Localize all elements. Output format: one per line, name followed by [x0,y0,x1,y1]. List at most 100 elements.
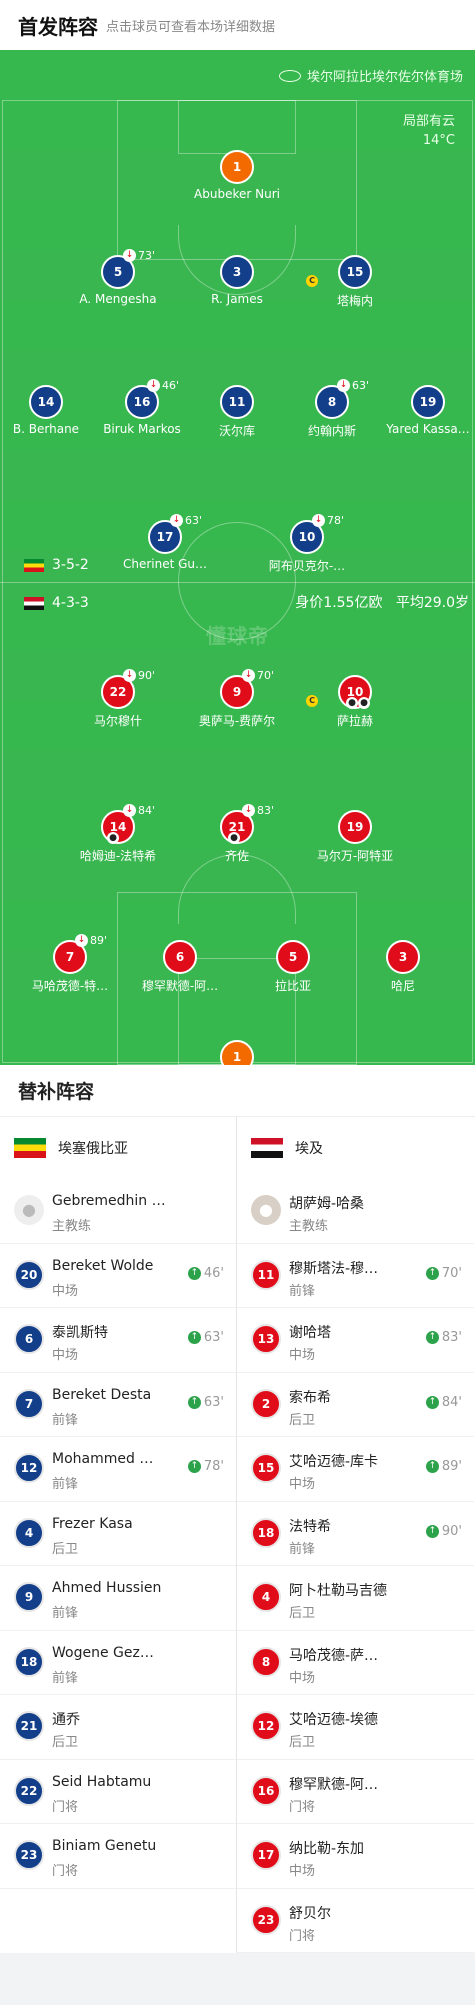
sub-on-icon: ↑ [187,1266,201,1280]
sub-player-row[interactable]: 2 索布希 后卫 ↑ 84' [237,1373,474,1437]
player-marker[interactable]: 10 萨拉赫 C ● ● [300,675,410,729]
goal-ball-icon: ● [228,832,240,844]
player-marker[interactable]: 14 哈姆迪-法特希 ↓ 84' ● [63,804,173,864]
sub-minute: 46' [162,379,180,392]
sub-player-row[interactable]: 12 Mohammed … 前锋 ↑ 78' [0,1437,236,1502]
sub-on-icon: ↑ [187,1395,201,1409]
player-marker[interactable]: 19 马尔万-阿特亚 [300,810,410,864]
sub-player-row[interactable]: 22 Seid Habtamu 门将 [0,1760,236,1824]
player-name: 约翰内斯 [307,424,356,438]
player-marker[interactable]: 9 奥萨马-费萨尔 ↓ 70' [182,669,292,729]
sub-player-row[interactable]: 23 舒贝尔 门将 [237,1889,474,1953]
sub-player-row[interactable]: 4 Frezer Kasa 后卫 [0,1502,236,1566]
sub-player-row[interactable]: 16 穆罕默德-阿… 门将 [237,1760,474,1824]
player-marker[interactable]: 17 Cherinet Gu… ↓ 63' [110,514,220,571]
player-number: 16 [251,1775,281,1806]
sub-off-icon: ↓ [170,514,183,527]
sub-on-time: ↑ 89' [425,1459,462,1474]
away-team-head: 埃及 [237,1117,474,1179]
player-marker[interactable]: 5 拉比亚 [238,940,348,994]
sub-on-minute: 70' [441,1265,462,1281]
player-marker[interactable]: 21 齐佐 ↓ 83' ● [182,804,292,864]
player-marker[interactable]: 1穆罕默德-希… [182,1040,292,1065]
sub-off-icon: ↓ [242,669,255,682]
captain-icon: C [306,275,318,287]
away-coach[interactable]: ● 胡萨姆-哈桑 主教练 [237,1179,474,1244]
sub-on-icon: ↑ [187,1460,201,1473]
player-position: 中场 [289,1477,316,1492]
player-name: 拉比亚 [274,979,311,993]
sub-player-row[interactable]: 15 艾哈迈德-库卡 中场 ↑ 89' [237,1437,474,1502]
sub-player-row[interactable]: 18 Wogene Gez… 前锋 [0,1631,236,1695]
player-name: 穆罕默德-阿… [289,1776,379,1793]
player-position: 中场 [289,1670,316,1686]
sub-player-row[interactable]: 21 通乔 后卫 [0,1695,236,1760]
sub-player-row[interactable]: 18 法特希 前锋 ↑ 90' [237,1502,474,1566]
weather-condition: 局部有云 [402,114,455,129]
sub-on-time: ↑ 70' [425,1265,462,1281]
sub-minute: 89' [90,934,108,947]
player-name: 阿卜杜勒马吉德 [289,1583,387,1599]
player-number: 15 [251,1453,281,1483]
player-position: 中场 [52,1348,79,1363]
sub-off-badge: ↓ 83' [242,804,274,817]
away-value: 身价1.55亿欧 平均29.0岁 [295,592,469,612]
sub-on-icon: ↑ [425,1395,439,1409]
sub-off-icon: ↓ [123,804,136,817]
player-marker[interactable]: 5 A. Mengesha ↓ 73' [63,249,173,306]
away-team-name: 埃及 [295,1141,323,1157]
sub-player-row[interactable]: 20 Bereket Wolde 中场 ↑ 46' [0,1244,236,1308]
player-name: 阿布贝克尔-… [268,559,346,573]
player-marker[interactable]: 11 沃尔库 [182,385,292,439]
player-marker[interactable]: 1 Abubeker Nuri [182,150,292,201]
sub-player-row[interactable]: 4 阿卜杜勒马吉德 后卫 [237,1566,474,1631]
watermark: 懂球帝 [206,624,269,648]
player-marker[interactable]: 16 Biruk Markos ↓ 46' [87,379,197,436]
sub-player-row[interactable]: 8 马哈茂德-萨… 中场 [237,1631,474,1695]
ethiopia-flag-icon [14,1138,46,1158]
sub-player-row[interactable]: 6 泰凯斯特 中场 ↑ 63' [0,1308,236,1373]
sub-minute: 63' [185,514,203,527]
player-marker[interactable]: 19 Yared Kassa… [373,385,475,436]
sub-off-icon: ↓ [123,249,136,262]
player-marker[interactable]: 3 R. James [182,255,292,306]
player-position: 前锋 [52,1412,79,1428]
lineup-header: 首发阵容 点击球员可查看本场详细数据 [0,0,475,50]
sub-on-icon: ↑ [425,1266,439,1280]
player-number: 9 [14,1582,44,1612]
sub-player-row[interactable]: 23 Biniam Genetu 门将 [0,1824,236,1889]
sub-player-row[interactable]: 11 穆斯塔法-穆… 前锋 ↑ 70' [237,1244,474,1308]
player-name: A. Mengesha [79,292,157,306]
player-name: 谢哈塔 [289,1325,331,1341]
sub-minute: 70' [257,669,275,682]
player-name: 萨拉赫 [336,714,373,728]
player-name: Ahmed Hussien [52,1580,162,1596]
player-marker[interactable]: 8 约翰内斯 ↓ 63' [277,379,387,439]
sub-player-row[interactable]: 9 Ahmed Hussien 前锋 [0,1566,236,1631]
sub-player-row[interactable]: 13 谢哈塔 中场 ↑ 83' [237,1308,474,1373]
sub-player-row[interactable]: 12 艾哈迈德-埃德 后卫 [237,1695,474,1760]
player-number: 18 [251,1517,281,1548]
sub-player-row[interactable]: 7 Bereket Desta 前锋 ↑ 63' [0,1373,236,1437]
sub-on-time: ↑ 84' [425,1395,462,1410]
player-number: 19 [338,810,372,844]
player-marker[interactable]: 14 B. Berhane [0,385,101,436]
goal-ball-icon: ● [107,832,119,844]
player-position: 前锋 [289,1283,316,1299]
player-number: 12 [14,1453,44,1483]
player-number: 6 [163,940,197,974]
player-marker[interactable]: 6 穆罕默德-阿… [125,940,235,994]
player-marker[interactable]: 7 马哈茂德-特… ↓ 89' [15,934,125,994]
player-name: 穆罕默德-阿… [141,979,219,993]
sub-player-row[interactable]: 17 纳比勒-东加 中场 [237,1824,474,1889]
egypt-flag-icon [24,596,44,610]
player-position: 前锋 [289,1541,316,1557]
player-name: Abubeker Nuri [194,187,280,201]
player-number: 15 [338,255,372,289]
player-marker[interactable]: 22 马尔穆什 ↓ 90' [63,669,173,729]
player-marker[interactable]: 15 塔梅内 C [300,255,410,309]
sub-on-icon: ↑ [425,1524,439,1538]
player-marker[interactable]: 3 哈尼 [348,940,458,994]
player-marker[interactable]: 10 阿布贝克尔-… ↓ 78' [252,514,362,574]
home-coach[interactable]: ● Gebremedhin Haile 主教练 [0,1179,236,1244]
